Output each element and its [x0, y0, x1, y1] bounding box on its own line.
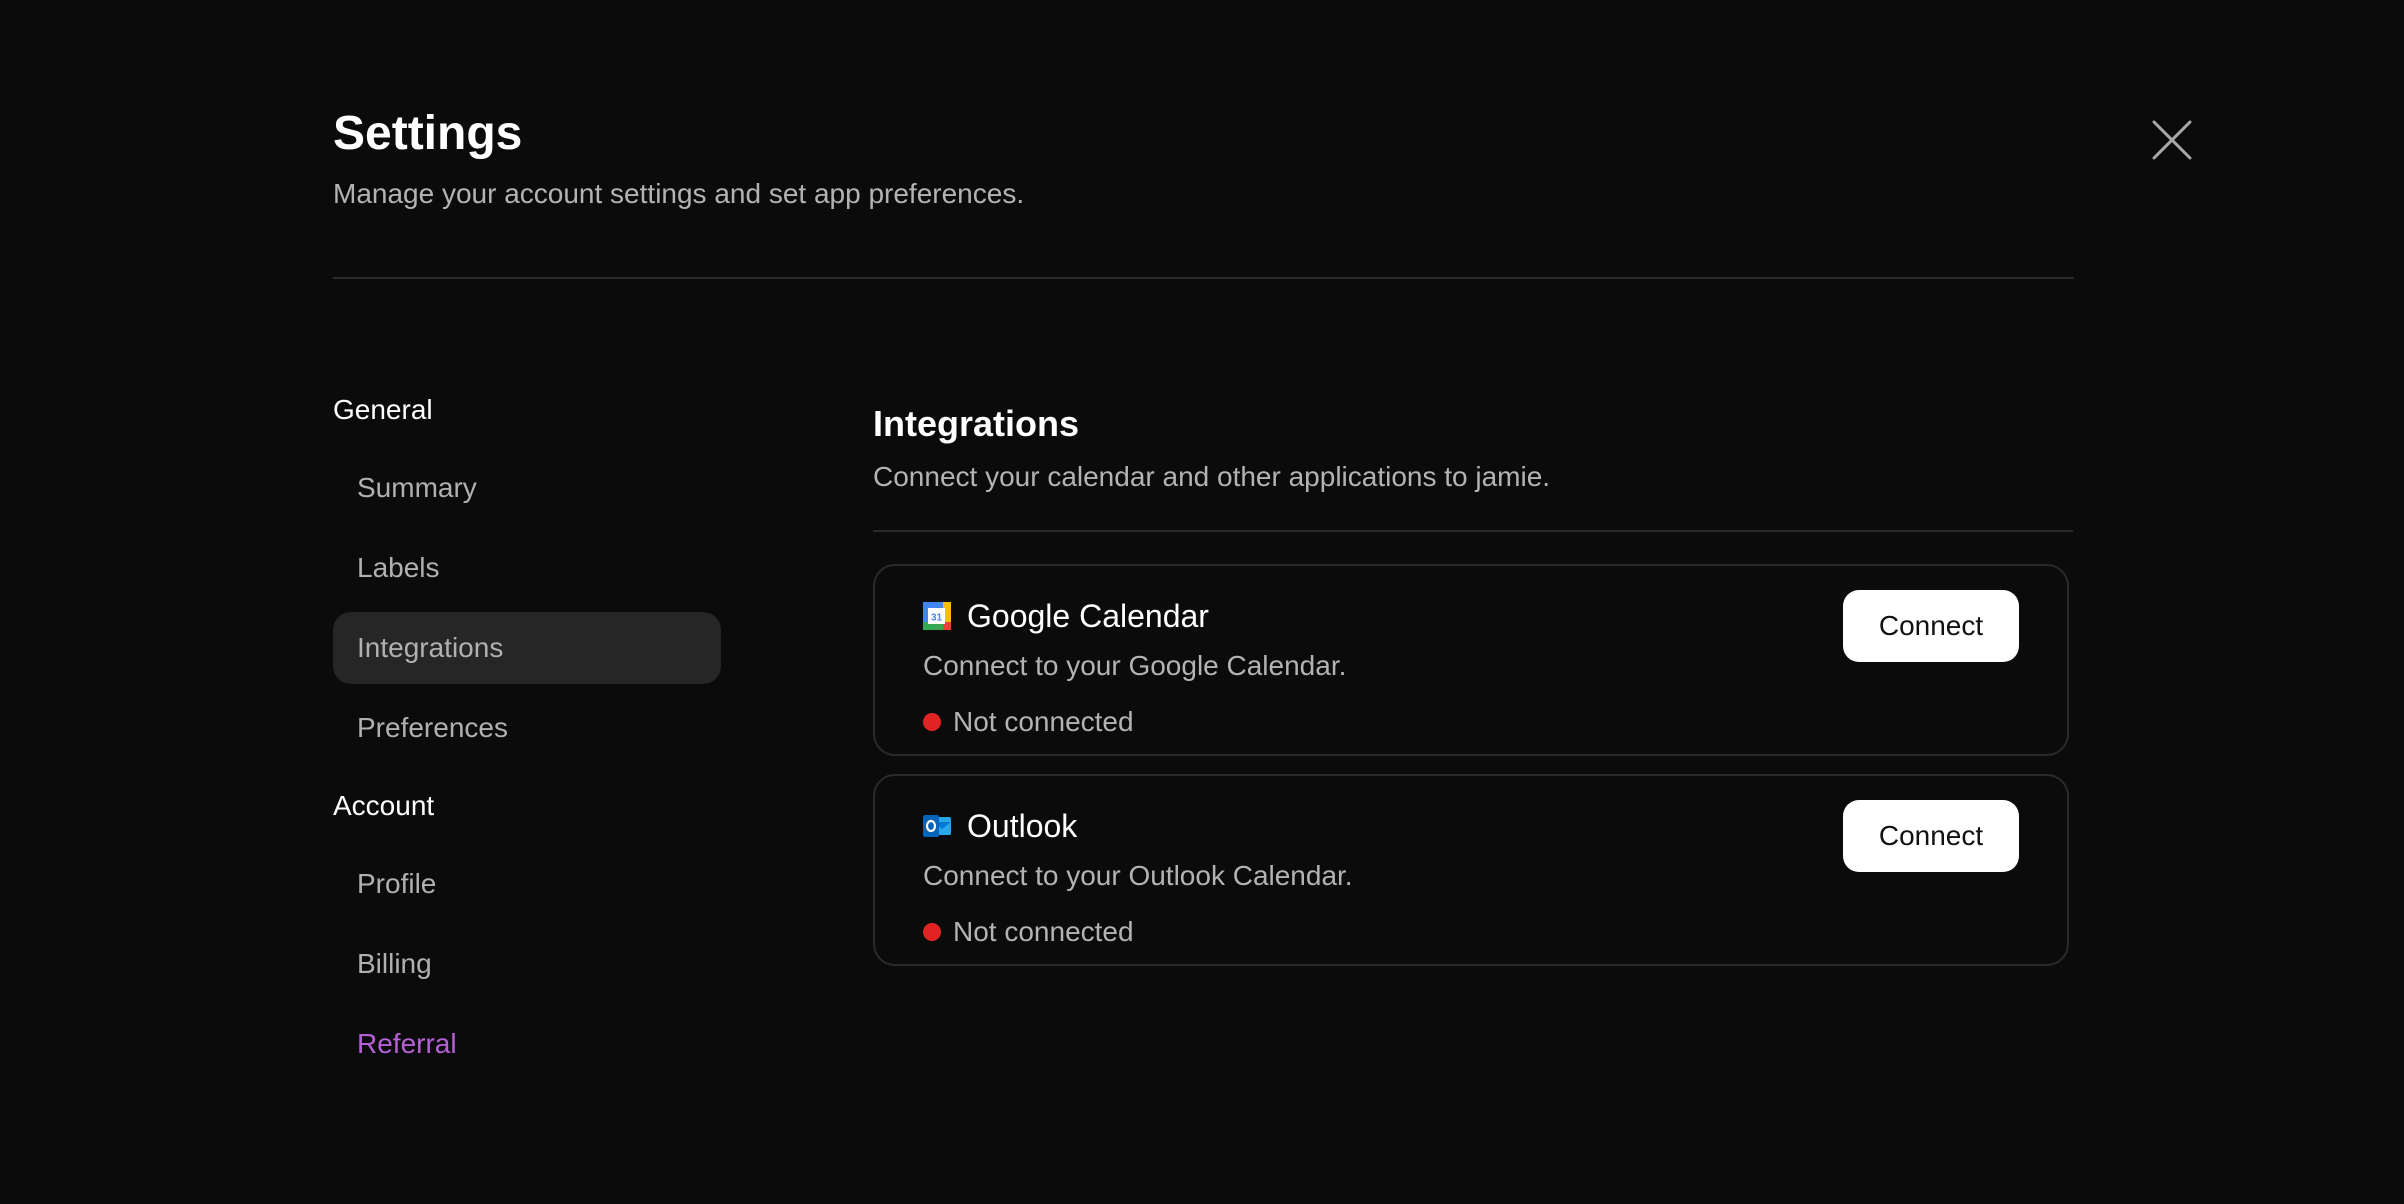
sidebar-item-referral[interactable]: Referral: [333, 1008, 721, 1080]
integration-name: Outlook: [967, 808, 1078, 844]
google-calendar-icon: 31: [923, 602, 951, 630]
svg-text:31: 31: [931, 613, 943, 624]
integration-card-outlook: Outlook Connect to your Outlook Calendar…: [873, 774, 2069, 966]
sidebar-group-account: Account: [333, 790, 435, 821]
section-divider: [873, 530, 2073, 532]
sidebar-item-billing[interactable]: Billing: [333, 928, 721, 1000]
status-text: Not connected: [953, 916, 1134, 947]
sidebar-item-integrations[interactable]: Integrations: [333, 612, 721, 684]
page-subtitle: Manage your account settings and set app…: [333, 178, 1025, 209]
integration-status: Not connected: [923, 914, 1134, 950]
status-dot-icon: [923, 713, 941, 731]
integration-status: Not connected: [923, 704, 1134, 740]
integration-description: Connect to your Google Calendar.: [923, 650, 1347, 681]
sidebar-item-labels[interactable]: Labels: [333, 532, 721, 604]
sidebar-item-profile[interactable]: Profile: [333, 848, 721, 920]
integration-card-google-calendar: 31 Google Calendar Connect to your Googl…: [873, 564, 2069, 756]
integration-title-row: 31 Google Calendar: [923, 594, 1209, 638]
section-title: Integrations: [873, 403, 1080, 444]
settings-header: Settings Manage your account settings an…: [333, 104, 2074, 212]
integration-title-row: Outlook: [923, 804, 1077, 848]
close-button[interactable]: [2146, 114, 2198, 166]
integration-name: Google Calendar: [967, 598, 1209, 634]
sidebar-item-preferences[interactable]: Preferences: [333, 692, 721, 764]
settings-page: Settings Manage your account settings an…: [0, 0, 2404, 1204]
section-subtitle: Connect your calendar and other applicat…: [873, 461, 1551, 492]
status-dot-icon: [923, 923, 941, 941]
sidebar-item-summary[interactable]: Summary: [333, 452, 721, 524]
connect-outlook-button[interactable]: Connect: [1843, 800, 2019, 872]
status-text: Not connected: [953, 706, 1134, 737]
integration-description: Connect to your Outlook Calendar.: [923, 860, 1353, 891]
close-icon: [2152, 120, 2192, 160]
outlook-icon: [923, 815, 951, 837]
sidebar-group-general: General: [333, 394, 433, 425]
header-divider: [333, 277, 2074, 279]
integrations-panel: Integrations Connect your calendar and o…: [873, 400, 2073, 966]
connect-google-calendar-button[interactable]: Connect: [1843, 590, 2019, 662]
settings-sidebar: General Summary Labels Integrations Pref…: [333, 390, 721, 1080]
page-title: Settings: [333, 107, 523, 160]
